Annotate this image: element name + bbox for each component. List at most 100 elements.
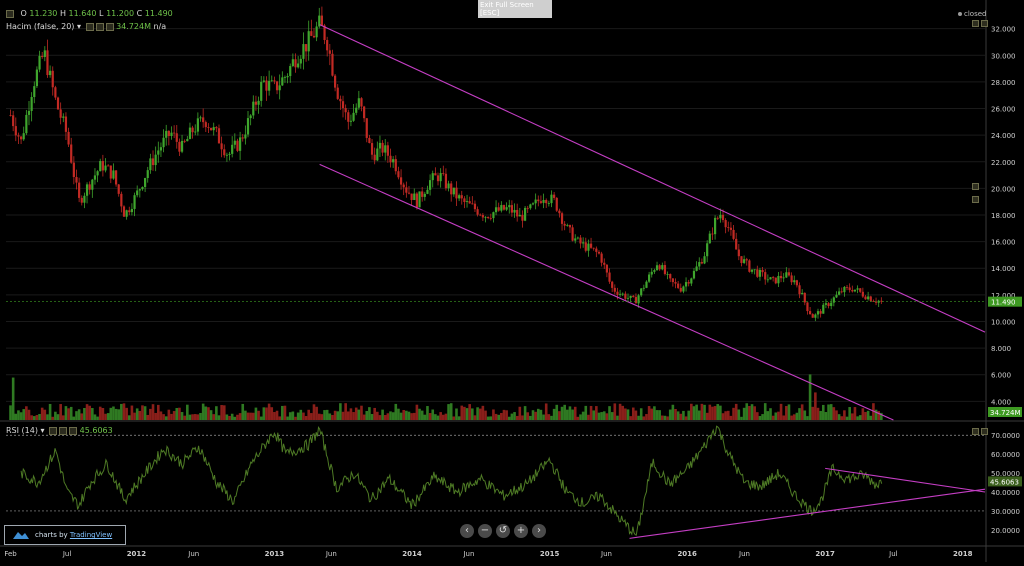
volume-bar xyxy=(220,405,223,420)
high-value: 11.640 xyxy=(68,9,97,18)
open-value: 11.230 xyxy=(29,9,58,18)
volume-bar xyxy=(38,413,41,420)
tradingview-branding[interactable]: charts by TradingView xyxy=(4,525,126,545)
candle-body xyxy=(592,247,595,249)
scroll-left-button[interactable]: ‹ xyxy=(460,524,474,538)
candle-body xyxy=(117,184,120,194)
volume-bar xyxy=(106,413,110,420)
candle-body xyxy=(154,154,157,166)
candle-body xyxy=(859,288,862,292)
volume-bar xyxy=(96,416,99,420)
settings-icon[interactable] xyxy=(59,426,68,435)
candle-body xyxy=(302,44,305,59)
volume-bar xyxy=(43,409,47,420)
zoom-in-button[interactable]: + xyxy=(514,524,528,538)
zoom-out-button[interactable]: − xyxy=(478,524,492,538)
candle-body xyxy=(196,118,199,132)
candle-body xyxy=(368,137,371,144)
candle-body xyxy=(249,115,252,119)
candle-body xyxy=(112,170,115,179)
candle-body xyxy=(774,277,777,284)
candle-body xyxy=(254,101,258,105)
volume-bar xyxy=(558,411,561,420)
candle-body xyxy=(352,112,355,121)
volume-bar xyxy=(149,408,152,420)
volume-bar xyxy=(146,414,150,420)
exit-fullscreen-shortcut: [ESC] xyxy=(480,9,500,17)
volume-bar xyxy=(365,411,369,420)
volume-bar xyxy=(502,409,506,420)
candle-body xyxy=(595,248,598,252)
candle-body xyxy=(162,137,165,148)
minimize-pane-icon[interactable] xyxy=(981,428,988,435)
eye-icon[interactable] xyxy=(49,426,58,435)
volume-bar xyxy=(671,404,675,420)
maximize-pane-icon[interactable] xyxy=(972,196,979,203)
candle-body xyxy=(426,189,429,194)
volume-bar xyxy=(212,414,216,420)
candle-body xyxy=(679,287,682,292)
volume-bar xyxy=(257,410,260,420)
volume-bar xyxy=(518,406,522,420)
reset-chart-button[interactable]: ↺ xyxy=(496,524,510,538)
exit-fullscreen-button[interactable]: Exit Full Screen [ESC] xyxy=(478,0,552,18)
volume-bar xyxy=(349,408,353,420)
volume-bar xyxy=(821,404,825,420)
volume-bar xyxy=(695,404,698,420)
candle-body xyxy=(830,302,833,307)
candle-body xyxy=(690,278,693,284)
volume-bar xyxy=(742,407,746,420)
volume-bar xyxy=(101,408,105,420)
volume-bar xyxy=(32,416,36,420)
volume-bar xyxy=(774,412,778,420)
candle-body xyxy=(484,216,487,218)
candle-body xyxy=(246,118,250,135)
candle-body xyxy=(835,294,838,298)
volume-bar xyxy=(117,409,121,420)
candle-body xyxy=(487,216,490,218)
minimize-pane-icon[interactable] xyxy=(981,20,988,27)
collapse-legend-icon[interactable] xyxy=(6,9,14,18)
volume-bar xyxy=(734,403,738,420)
volume-bar xyxy=(845,416,849,420)
eye-icon[interactable] xyxy=(85,22,94,31)
candle-body xyxy=(531,203,535,205)
candle-body xyxy=(848,287,851,291)
branding-prefix: charts by xyxy=(35,531,68,539)
branding-link[interactable]: TradingView xyxy=(70,531,112,539)
candle-body xyxy=(764,272,767,280)
chevron-down-icon[interactable]: ▾ xyxy=(41,426,45,435)
candle-body xyxy=(286,76,289,78)
candle-body xyxy=(109,165,112,179)
volume-bar xyxy=(745,403,749,420)
maximize-pane-icon[interactable] xyxy=(972,183,979,190)
candle-body xyxy=(96,171,99,176)
volume-bar xyxy=(869,415,873,420)
candle-body xyxy=(450,183,453,195)
volume-bar xyxy=(531,410,535,420)
volume-bar xyxy=(48,403,52,420)
maximize-pane-icon[interactable] xyxy=(972,428,979,435)
volume-bar xyxy=(550,415,553,420)
volume-bar xyxy=(389,411,392,420)
volume-bar xyxy=(856,416,859,420)
candle-body xyxy=(516,209,519,217)
settings-icon[interactable] xyxy=(95,22,104,31)
chevron-down-icon[interactable]: ▾ xyxy=(77,22,81,31)
candle-body xyxy=(405,187,408,193)
close-icon[interactable] xyxy=(105,22,114,31)
scroll-right-button[interactable]: › xyxy=(532,524,546,538)
volume-bar xyxy=(434,414,437,420)
time-tick-label: Jun xyxy=(325,550,337,558)
candle-body xyxy=(502,205,506,210)
chart-canvas[interactable]: 32.000 30.000 28.000 26.000 24.000 22.000 20.0… xyxy=(0,0,1024,562)
maximize-pane-icon[interactable] xyxy=(972,20,979,27)
candle-body xyxy=(677,283,680,288)
price-tick-label: 24.000 xyxy=(991,132,1016,140)
time-tick-label: Jun xyxy=(187,550,199,558)
close-icon[interactable] xyxy=(69,426,78,435)
volume-bar xyxy=(323,410,326,420)
candle-body xyxy=(703,256,706,264)
volume-bar xyxy=(478,408,482,420)
chart-container[interactable]: 32.000 30.000 28.000 26.000 24.000 22.000 20.0… xyxy=(0,0,1024,562)
